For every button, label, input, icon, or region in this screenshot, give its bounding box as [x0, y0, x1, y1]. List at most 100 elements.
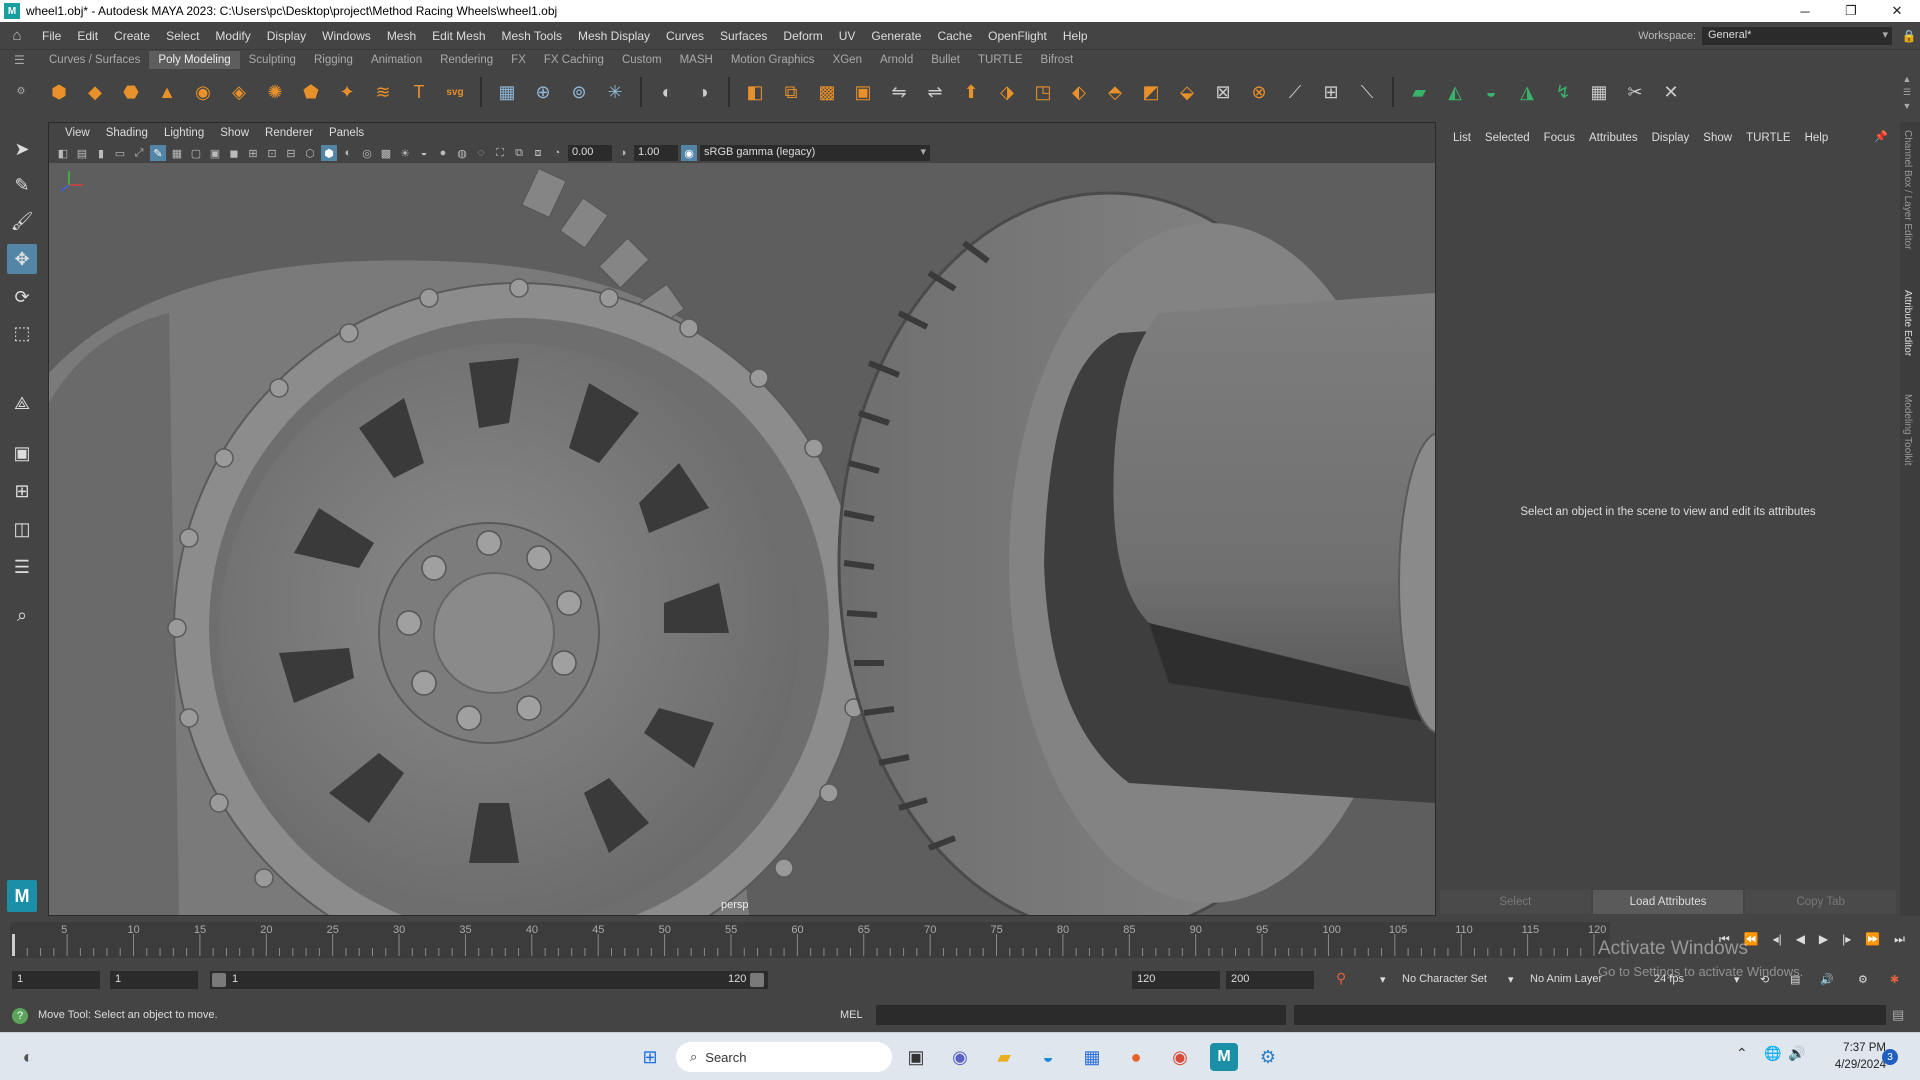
- edge-icon[interactable]: ◒: [1034, 1043, 1062, 1071]
- shelf-tab-arnold[interactable]: Arnold: [871, 51, 922, 69]
- field-chart-icon[interactable]: ⊞: [245, 145, 261, 161]
- command-input[interactable]: [876, 1005, 1286, 1025]
- shelf-gear-icon[interactable]: ⚙: [17, 86, 26, 97]
- select-button[interactable]: Select: [1440, 890, 1591, 914]
- search-icon[interactable]: ⌕: [7, 600, 37, 630]
- exposure-icon[interactable]: ◔: [549, 145, 565, 161]
- torus-icon[interactable]: ◉: [188, 77, 218, 107]
- viewport-menu-lighting[interactable]: Lighting: [156, 127, 212, 139]
- spherical-uv-icon[interactable]: ◒: [1476, 77, 1506, 107]
- four-view-layout-icon[interactable]: ⊞: [7, 476, 37, 506]
- time-slider[interactable]: 5 10 15 20 25 30 35 40 45 50 55 60 65 70 75 80 85 90 95 100…: [10, 922, 1610, 958]
- tray-overflow-icon[interactable]: ⌃: [1736, 1045, 1748, 1062]
- character-set-arrow-icon[interactable]: ▾: [1380, 973, 1386, 986]
- copy-tab-button[interactable]: Copy Tab: [1745, 890, 1897, 914]
- restore-button[interactable]: ❐: [1828, 0, 1874, 22]
- character-set-dropdown[interactable]: No Character Set: [1402, 973, 1487, 985]
- shelf-menu-icon[interactable]: ☰: [14, 53, 25, 67]
- type-icon[interactable]: T: [404, 77, 434, 107]
- task-view-icon[interactable]: ▣: [902, 1043, 930, 1071]
- camera-attributes-icon[interactable]: ▤: [74, 145, 90, 161]
- anti-aliasing-icon[interactable]: ◌: [473, 145, 489, 161]
- center-pivot-icon[interactable]: ✳: [600, 77, 630, 107]
- uv-editor-icon[interactable]: ▦: [492, 77, 522, 107]
- menu-uv[interactable]: UV: [831, 29, 864, 43]
- anim-prefs-icon[interactable]: ⚙: [1858, 973, 1868, 986]
- xray-icon[interactable]: ◎: [359, 145, 375, 161]
- cylindrical-uv-icon[interactable]: ◭: [1440, 77, 1470, 107]
- boolean-icon[interactable]: ⧉: [776, 77, 806, 107]
- step-forward-key-icon[interactable]: ⏩: [1865, 932, 1880, 946]
- textured-icon[interactable]: ▩: [378, 145, 394, 161]
- resolution-gate-icon[interactable]: ▣: [207, 145, 223, 161]
- lock-icon[interactable]: 🔒: [1898, 29, 1920, 43]
- combine-icon[interactable]: ◐: [652, 77, 682, 107]
- settings-app-icon[interactable]: ⚙: [1254, 1043, 1282, 1071]
- grid-icon[interactable]: ▦: [169, 145, 185, 161]
- menu-edit[interactable]: Edit: [69, 29, 106, 43]
- paint-select-tool-icon[interactable]: 🖌: [7, 206, 37, 236]
- playback-end-field[interactable]: 120: [1132, 971, 1220, 989]
- playback-start-field[interactable]: 1: [110, 971, 198, 989]
- cut-uv-icon[interactable]: ✂: [1620, 77, 1650, 107]
- menu-deform[interactable]: Deform: [775, 29, 830, 43]
- widgets-icon[interactable]: ◐: [14, 1043, 42, 1071]
- attribute-menu-display[interactable]: Display: [1645, 132, 1697, 144]
- menu-windows[interactable]: Windows: [314, 29, 379, 43]
- slide-edge-icon[interactable]: ⊞: [1316, 77, 1346, 107]
- network-icon[interactable]: 🌐: [1764, 1045, 1781, 1062]
- shelf-tab-motion-graphics[interactable]: Motion Graphics: [722, 51, 824, 69]
- image-plane-icon[interactable]: ▭: [112, 145, 128, 161]
- play-backward-icon[interactable]: ◀: [1796, 932, 1805, 946]
- rotate-tool-icon[interactable]: ⟳: [7, 282, 37, 312]
- smooth-shade-icon[interactable]: ⬢: [321, 145, 337, 161]
- attribute-menu-selected[interactable]: Selected: [1478, 132, 1537, 144]
- tab-attribute-editor[interactable]: Attribute Editor: [1902, 290, 1913, 356]
- target-weld-icon[interactable]: ⬙: [1172, 77, 1202, 107]
- platonic-icon[interactable]: ⬟: [296, 77, 326, 107]
- gamma-field[interactable]: 1.00: [634, 145, 678, 161]
- menu-select[interactable]: Select: [158, 29, 207, 43]
- notification-badge[interactable]: 3: [1882, 1049, 1898, 1065]
- default-material-icon[interactable]: ◐: [340, 145, 356, 161]
- shelf-tab-rendering[interactable]: Rendering: [431, 51, 502, 69]
- menu-mesh[interactable]: Mesh: [379, 29, 424, 43]
- svg-icon[interactable]: svg: [440, 77, 470, 107]
- two-view-layout-icon[interactable]: ◫: [7, 514, 37, 544]
- attribute-menu-list[interactable]: List: [1446, 132, 1478, 144]
- attribute-menu-turtle[interactable]: TURTLE: [1739, 132, 1798, 144]
- safe-title-icon[interactable]: ⊟: [283, 145, 299, 161]
- sound-icon[interactable]: 🔊: [1820, 973, 1834, 986]
- append-icon[interactable]: ⬘: [1100, 77, 1130, 107]
- cylinder-icon[interactable]: ⬣: [116, 77, 146, 107]
- playback-prefs-icon[interactable]: ✱: [1890, 973, 1899, 986]
- firefox-icon[interactable]: ●: [1122, 1043, 1150, 1071]
- file-explorer-icon[interactable]: ▰: [990, 1043, 1018, 1071]
- attribute-menu-help[interactable]: Help: [1798, 132, 1836, 144]
- anim-layer-arrow-icon[interactable]: ▾: [1508, 973, 1514, 986]
- tab-channel-box[interactable]: Channel Box / Layer Editor: [1902, 130, 1913, 250]
- viewport-menu-renderer[interactable]: Renderer: [257, 127, 321, 139]
- ambient-occlusion-icon[interactable]: ●: [435, 145, 451, 161]
- collapse-icon[interactable]: ⊗: [1244, 77, 1274, 107]
- menu-cache[interactable]: Cache: [929, 29, 980, 43]
- edit-edge-flow-icon[interactable]: ⟋: [1280, 77, 1310, 107]
- isolate-select-icon[interactable]: ⛶: [492, 145, 508, 161]
- sew-uv-icon[interactable]: ✕: [1656, 77, 1686, 107]
- close-button[interactable]: ✕: [1874, 0, 1920, 22]
- current-frame-marker[interactable]: [12, 934, 15, 956]
- load-attributes-button[interactable]: Load Attributes: [1592, 890, 1744, 914]
- taskbar-search[interactable]: ⌕ Search: [676, 1042, 892, 1072]
- viewport-menu-show[interactable]: Show: [212, 127, 257, 139]
- exposure-field[interactable]: 0.00: [568, 145, 612, 161]
- viewport-menu-view[interactable]: View: [57, 127, 98, 139]
- menu-create[interactable]: Create: [106, 29, 158, 43]
- script-language-label[interactable]: MEL: [840, 1009, 863, 1021]
- super-shape-icon[interactable]: ✦: [332, 77, 362, 107]
- xray-joints-icon[interactable]: ⧉: [511, 145, 527, 161]
- menu-help[interactable]: Help: [1055, 29, 1096, 43]
- attribute-menu-attributes[interactable]: Attributes: [1582, 132, 1645, 144]
- menu-openflight[interactable]: OpenFlight: [980, 29, 1055, 43]
- planar-uv-icon[interactable]: ▰: [1404, 77, 1434, 107]
- start-icon[interactable]: ⊞: [636, 1043, 664, 1071]
